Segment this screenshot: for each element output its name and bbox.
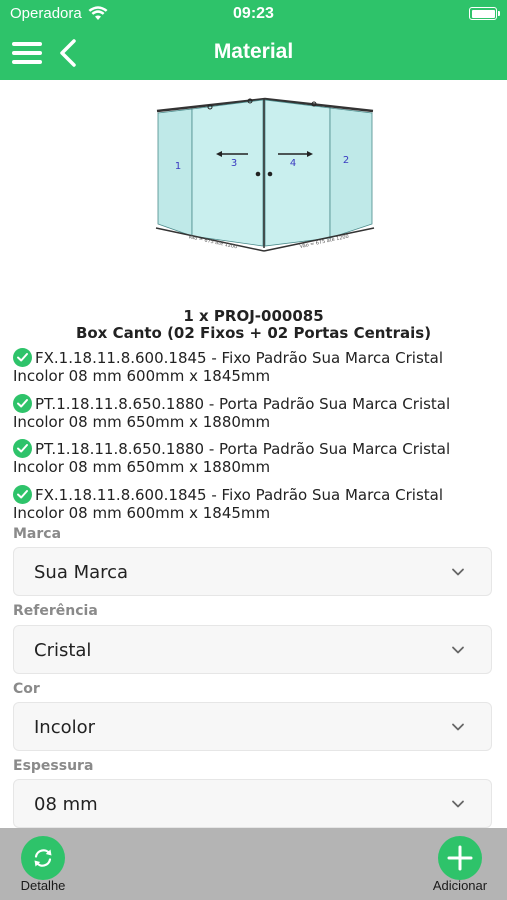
shower-box-drawing: 1 3 4 2 Vão = 675 até 1200 Vão = 675 até…	[155, 97, 375, 252]
marca-value: Sua Marca	[34, 562, 129, 583]
list-item: PT.1.18.11.8.650.1880 - Porta Padrão Sua…	[13, 439, 497, 476]
bottom-toolbar: Detalhe Adicionar	[0, 828, 507, 900]
panel-number-4: 4	[290, 158, 296, 169]
refresh-icon	[34, 849, 52, 867]
adicionar-label: Adicionar	[432, 878, 488, 893]
chevron-down-icon	[452, 568, 464, 576]
content-scroll[interactable]: 1 3 4 2 Vão = 675 até 1200 Vão = 675 até…	[0, 80, 507, 828]
panel-number-1: 1	[175, 161, 181, 172]
project-id: 1 x PROJ-000085	[183, 307, 324, 325]
panel-number-2: 2	[343, 155, 349, 166]
referencia-label: Referência	[13, 603, 98, 619]
check-icon	[13, 484, 32, 504]
adicionar-button[interactable]	[438, 836, 482, 880]
plus-icon	[447, 845, 473, 871]
list-item: FX.1.18.11.8.600.1845 - Fixo Padrão Sua …	[13, 348, 497, 385]
page-title: Material	[213, 40, 294, 63]
project-name: Box Canto (02 Fixos + 02 Portas Centrais…	[75, 324, 432, 342]
marca-select[interactable]: Sua Marca	[13, 547, 492, 596]
detalhe-button[interactable]	[21, 836, 65, 880]
check-icon	[13, 393, 32, 413]
panel-number-3: 3	[231, 158, 237, 169]
referencia-value: Cristal	[34, 640, 92, 661]
material-text: FX.1.18.11.8.600.1845 - Fixo Padrão Sua …	[13, 349, 444, 385]
battery-icon	[469, 7, 500, 20]
check-icon	[13, 439, 32, 458]
list-item: PT.1.18.11.8.650.1880 - Porta Padrão Sua…	[13, 393, 497, 431]
check-icon	[13, 348, 32, 367]
cor-label: Cor	[13, 681, 40, 697]
material-text: PT.1.18.11.8.650.1880 - Porta Padrão Sua…	[13, 394, 451, 431]
espessura-select[interactable]: 08 mm	[13, 779, 492, 828]
espessura-label: Espessura	[13, 758, 94, 774]
nav-bar: Material	[0, 28, 507, 80]
material-text: PT.1.18.11.8.650.1880 - Porta Padrão Sua…	[13, 440, 451, 476]
status-time: 09:23	[233, 5, 274, 22]
material-text: FX.1.18.11.8.600.1845 - Fixo Padrão Sua …	[13, 485, 444, 522]
espessura-value: 08 mm	[34, 794, 98, 815]
chevron-down-icon	[452, 723, 464, 731]
list-item: FX.1.18.11.8.600.1845 - Fixo Padrão Sua …	[13, 484, 497, 522]
status-bar: Operadora 09:23	[0, 0, 507, 28]
chevron-down-icon	[452, 800, 464, 808]
referencia-select[interactable]: Cristal	[13, 625, 492, 674]
detalhe-label: Detalhe	[20, 878, 66, 893]
material-list: FX.1.18.11.8.600.1845 - Fixo Padrão Sua …	[13, 348, 497, 530]
marca-label: Marca	[13, 526, 62, 542]
chevron-down-icon	[452, 646, 464, 654]
cor-value: Incolor	[34, 717, 96, 738]
cor-select[interactable]: Incolor	[13, 702, 492, 751]
